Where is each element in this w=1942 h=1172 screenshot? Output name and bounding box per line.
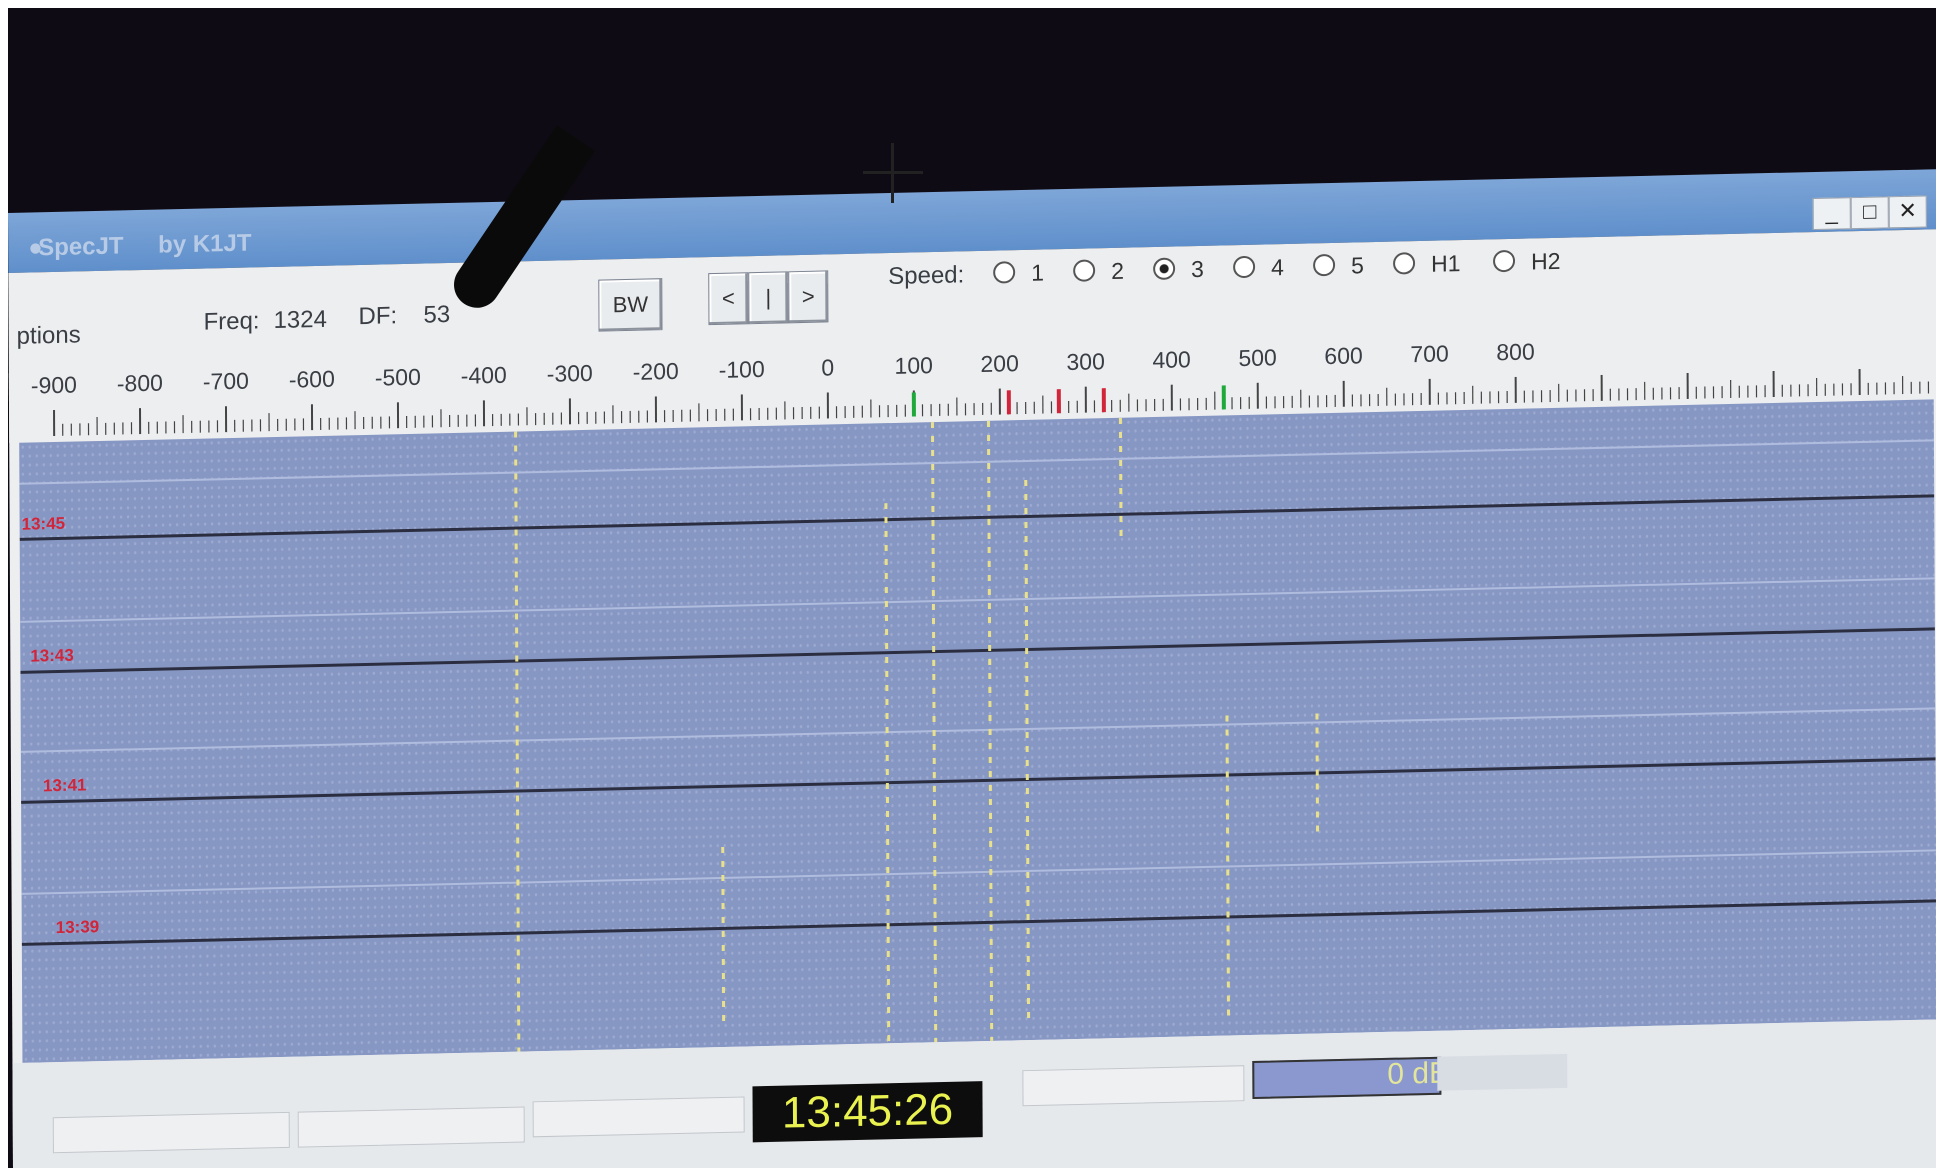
time-marker: 13:43	[30, 645, 74, 666]
time-marker: 13:39	[55, 917, 100, 938]
scale-label: 300	[1066, 348, 1105, 376]
speed-label: Speed:	[888, 261, 965, 291]
status-field	[297, 1106, 525, 1148]
scale-label: -600	[288, 365, 335, 393]
speed-option-label: H1	[1431, 250, 1461, 277]
scale-label: 100	[894, 352, 933, 379]
scale-label: -400	[460, 361, 507, 389]
speed-option-label: 4	[1271, 254, 1284, 281]
df-value: 53	[423, 300, 451, 329]
scale-label: -700	[202, 367, 249, 395]
waterfall-display[interactable]: 13:45 13:43 13:41 13:39	[19, 399, 1936, 1063]
scale-label: -900	[30, 371, 77, 399]
options-menu[interactable]: ptions	[17, 321, 81, 350]
status-field	[532, 1096, 745, 1138]
scale-label: -300	[546, 359, 593, 387]
speed-radio-5[interactable]: 5	[1313, 252, 1364, 280]
scale-label: 500	[1238, 344, 1277, 372]
photo-frame: ● SpecJT by K1JT _ □ ✕ ptions Freq: 1324…	[8, 8, 1936, 1168]
window-title: SpecJT	[38, 232, 124, 262]
speed-radio-h1[interactable]: H1	[1393, 250, 1461, 279]
speed-radio-1[interactable]: 1	[993, 260, 1044, 288]
speed-option-label: H2	[1530, 247, 1561, 275]
mid-button[interactable]: |	[748, 271, 789, 325]
time-marker: 13:41	[42, 775, 87, 796]
level-meter-track	[1437, 1053, 1568, 1091]
scale-label: 700	[1410, 340, 1449, 368]
speed-radio-4[interactable]: 4	[1233, 254, 1284, 282]
next-button[interactable]: >	[788, 270, 829, 324]
scale-label: 800	[1496, 338, 1535, 366]
scale-label: -800	[116, 369, 163, 397]
client-area: ptions Freq: 1324 DF: 53 BW < | > Speed:…	[8, 229, 1936, 1168]
prev-button[interactable]: <	[708, 272, 749, 326]
specjt-window: ● SpecJT by K1JT _ □ ✕ ptions Freq: 1324…	[8, 169, 1936, 1168]
df-label: DF:	[358, 302, 398, 331]
speed-radio-3[interactable]: 3	[1153, 256, 1204, 284]
scale-label: -100	[718, 355, 765, 383]
scale-label: 0	[821, 354, 835, 381]
window-byline: by K1JT	[158, 229, 252, 259]
scale-label: -200	[632, 357, 679, 385]
scale-label: 400	[1152, 346, 1191, 374]
time-marker: 13:45	[21, 513, 66, 534]
freq-value: 1324	[273, 305, 327, 335]
close-button[interactable]: ✕	[1888, 195, 1927, 229]
signal-trace	[1315, 713, 1320, 834]
scale-label: -500	[374, 363, 421, 391]
speed-radio-2[interactable]: 2	[1073, 258, 1124, 286]
speed-option-label: 2	[1111, 257, 1125, 284]
crosshair-cursor	[863, 143, 923, 203]
speed-option-label: 1	[1031, 259, 1045, 286]
scale-label: 600	[1324, 342, 1363, 370]
bw-button[interactable]: BW	[598, 278, 663, 332]
status-field	[1022, 1065, 1245, 1107]
maximize-button[interactable]: □	[1850, 196, 1889, 230]
scale-label: 200	[980, 350, 1019, 377]
status-field	[52, 1111, 290, 1154]
speed-option-label: 5	[1351, 252, 1364, 279]
speed-radio-h2[interactable]: H2	[1492, 247, 1561, 277]
utc-clock: 13:45:26	[752, 1081, 983, 1143]
minimize-button[interactable]: _	[1812, 197, 1851, 231]
signal-trace	[1118, 417, 1123, 538]
speed-option-label: 3	[1191, 255, 1204, 283]
freq-label: Freq:	[203, 307, 260, 336]
